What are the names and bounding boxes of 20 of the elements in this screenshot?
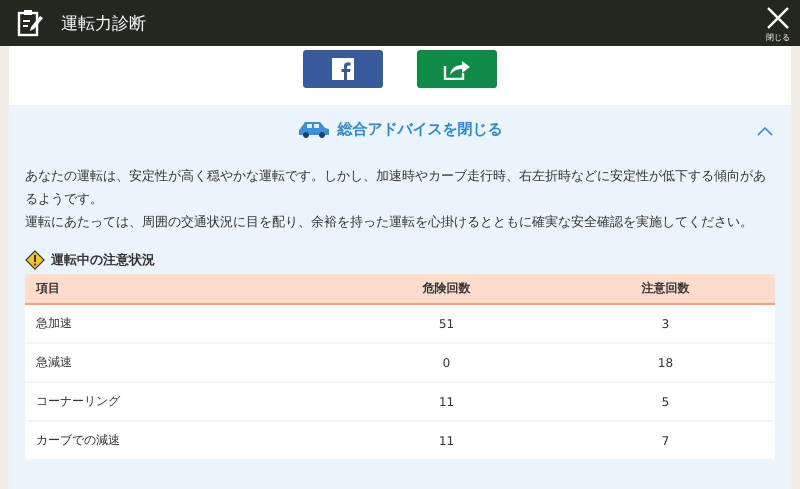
table-cell: 0: [337, 343, 556, 382]
table-cell: 51: [337, 304, 556, 343]
table-cell: 7: [556, 421, 775, 460]
table-cell: 急減速: [25, 343, 337, 382]
table-cell: 急加速: [25, 304, 337, 343]
column-header: 項目: [25, 274, 337, 304]
advice-text: あなたの運転は、安定性が高く穏やかな運転です。しかし、加速時やカーブ走行時、右左折時などに安定性が低下する傾向があるようです。: [25, 168, 767, 209]
section-title: 運転中の注意状況: [51, 252, 155, 269]
page-title: 運転力診断: [61, 12, 147, 34]
advice-text: 運転にあたっては、周囲の交通状況に目を配り、余裕を持った運転を心掛けるとともに確実な安全確認を実施してください。: [25, 214, 754, 232]
close-button[interactable]: 閉じる: [766, 7, 790, 43]
table-cell: コーナーリング: [25, 382, 337, 421]
table-cell: カーブでの減速: [25, 421, 337, 460]
table-cell: 18: [556, 343, 775, 382]
table-cell: 11: [337, 421, 556, 460]
table-cell: 3: [556, 304, 775, 343]
table-cell: 5: [556, 382, 775, 421]
column-header: 注意回数: [556, 274, 775, 304]
table-cell: 11: [337, 382, 556, 421]
column-header: 危険回数: [337, 274, 556, 304]
